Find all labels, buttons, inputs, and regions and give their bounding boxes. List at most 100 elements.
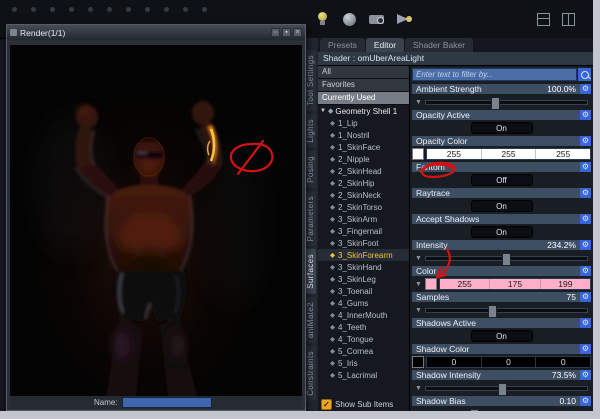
pin-button[interactable]: ▫ [271, 28, 280, 37]
slider-shadow-intensity[interactable] [424, 382, 588, 396]
list-filter-favorites[interactable]: Favorites [318, 79, 409, 92]
side-tab-constraints[interactable]: Constraints [304, 345, 316, 401]
render-name-input[interactable] [121, 397, 212, 408]
slider-samples[interactable] [424, 304, 588, 318]
color-swatch-color[interactable] [424, 278, 437, 290]
surface-browser: All Favorites Currently Used ▼ ◆ Geometry … [318, 66, 410, 411]
slider-handle[interactable] [502, 252, 512, 266]
side-tab-lights[interactable]: Lights [304, 114, 316, 148]
gear-icon[interactable]: ⚙ [580, 162, 591, 172]
surface-item-label: 5_Lacrimal [338, 370, 378, 380]
gear-icon[interactable]: ⚙ [580, 240, 591, 250]
gear-icon[interactable]: ⚙ [580, 110, 591, 120]
slider-handle[interactable] [491, 96, 501, 110]
surface-item-4-innermouth[interactable]: ◆ 4_InnerMouth [318, 309, 409, 321]
surface-item-3-toenail[interactable]: ◆ 3_Toenail [318, 285, 409, 297]
search-icon[interactable] [578, 68, 591, 81]
toggle-shadows-active[interactable]: On [470, 330, 533, 342]
gear-icon[interactable]: ⚙ [580, 318, 591, 328]
surface-item-label: 4_InnerMouth [338, 310, 388, 320]
surface-item-3-skinforearm[interactable]: ◆ 3_SkinForearm [318, 249, 409, 261]
surface-diamond-icon: ◆ [330, 252, 335, 259]
render-window-titlebar[interactable]: Render(1/1) ▫ ▪ × [7, 25, 305, 40]
toggle-opacity-active[interactable]: On [470, 122, 533, 134]
slider-nudge-icon[interactable]: ▼ [415, 385, 422, 392]
surface-item-1-lip[interactable]: ◆ 1_Lip [318, 117, 409, 129]
surface-item-3-fingernail[interactable]: ◆ 3_Fingernail [318, 225, 409, 237]
gear-icon[interactable]: ⚙ [580, 266, 591, 276]
gear-icon[interactable]: ⚙ [580, 370, 591, 380]
gear-icon[interactable]: ⚙ [580, 344, 591, 354]
surface-item-1-skinface[interactable]: ◆ 1_SkinFace [318, 141, 409, 153]
gear-icon[interactable]: ⚙ [580, 396, 591, 406]
slider-handle[interactable] [487, 304, 497, 318]
surface-item-5-cornea[interactable]: ◆ 5_Cornea [318, 345, 409, 357]
tab-editor[interactable]: Editor [365, 38, 405, 52]
slider-nudge-icon[interactable]: ▼ [415, 99, 422, 106]
close-button[interactable]: × [293, 28, 302, 37]
surface-diamond-icon: ◆ [330, 312, 335, 319]
surface-item-2-skinhead[interactable]: ◆ 2_SkinHead [318, 165, 409, 177]
color-channel-value: 255 [556, 149, 571, 159]
color-values-opacity-color[interactable]: 255 255 255 [426, 148, 591, 160]
panel-columns-icon[interactable] [560, 11, 577, 28]
surface-item-2-skinneck[interactable]: ◆ 2_SkinNeck [318, 189, 409, 201]
tab-shader-baker[interactable]: Shader Baker [405, 38, 474, 52]
surface-item-3-skinhand[interactable]: ◆ 3_SkinHand [318, 261, 409, 273]
tree-node-geometry-shell[interactable]: ▼ ◆ Geometry Shell 1 [318, 105, 409, 117]
show-sub-items-toggle[interactable]: ✓ Show Sub Items [318, 397, 409, 411]
color-values-color[interactable]: 255 175 199 [438, 278, 591, 290]
param-label-text: Color [416, 266, 437, 276]
gear-icon[interactable]: ⚙ [580, 84, 591, 94]
panel-grid-icon[interactable] [535, 11, 552, 28]
tab-presets[interactable]: Presets [320, 38, 365, 52]
surface-item-2-nipple[interactable]: ◆ 2_Nipple [318, 153, 409, 165]
surface-item-1-nostril[interactable]: ◆ 1_Nostril [318, 129, 409, 141]
slider-nudge-icon[interactable]: ▼ [415, 255, 422, 262]
color-swatch-shadow-color[interactable] [412, 356, 424, 368]
toggle-raytrace[interactable]: On [470, 200, 533, 212]
color-values-shadow-color[interactable]: 000 [426, 356, 591, 368]
filter-input[interactable] [412, 68, 577, 81]
restore-button[interactable]: ▪ [282, 28, 291, 37]
surface-item-4-tongue[interactable]: ◆ 4_Tongue [318, 333, 409, 345]
side-tab-tool-settings[interactable]: Tool Settings [304, 50, 316, 112]
slider-nudge-icon[interactable]: ▼ [415, 307, 422, 314]
list-filter-all[interactable]: All [318, 66, 409, 79]
gear-icon[interactable]: ⚙ [580, 292, 591, 302]
surface-item-4-teeth[interactable]: ◆ 4_Teeth [318, 321, 409, 333]
gear-icon[interactable]: ⚙ [580, 214, 591, 224]
surface-item-2-skinhip[interactable]: ◆ 2_SkinHip [318, 177, 409, 189]
surface-item-5-lacrimal[interactable]: ◆ 5_Lacrimal [318, 369, 409, 381]
slider-handle[interactable] [470, 408, 480, 411]
side-tab-surfaces[interactable]: Surfaces [304, 249, 316, 294]
surface-item-4-gums[interactable]: ◆ 4_Gums [318, 297, 409, 309]
slider-nudge-icon[interactable]: ▼ [415, 411, 422, 412]
color-channel-value: 0 [427, 357, 482, 367]
toggle-accept-shadows[interactable]: On [470, 226, 533, 238]
surface-item-3-skinfoot[interactable]: ◆ 3_SkinFoot [318, 237, 409, 249]
expander-icon[interactable]: ▼ [320, 108, 326, 114]
slider-ambient-strength[interactable] [424, 96, 588, 110]
surface-item-2-skintorso[interactable]: ◆ 2_SkinTorso [318, 201, 409, 213]
checkbox-checked-icon[interactable]: ✓ [321, 398, 332, 410]
side-tab-posing[interactable]: Posing [304, 150, 316, 188]
surface-item-3-skinleg[interactable]: ◆ 3_SkinLeg [318, 273, 409, 285]
spotlight-icon[interactable] [395, 11, 412, 28]
surface-item-3-skinarm[interactable]: ◆ 3_SkinArm [318, 213, 409, 225]
slider-handle[interactable] [497, 382, 507, 396]
camera-icon[interactable] [368, 11, 385, 28]
side-tab-animate2[interactable]: aniMate2 [304, 296, 316, 343]
gear-icon[interactable]: ⚙ [580, 188, 591, 198]
toggle-fantom[interactable]: Off [470, 174, 533, 186]
list-filter-currently-used[interactable]: Currently Used [318, 92, 409, 105]
side-tab-parameters[interactable]: Parameters [304, 190, 316, 246]
lightbulb-icon[interactable] [314, 11, 331, 28]
toolbar-dot [31, 7, 36, 12]
slider-intensity[interactable] [424, 252, 588, 266]
color-swatch-opacity-color[interactable] [412, 148, 424, 160]
color-expand-icon[interactable]: ▼ [415, 281, 422, 288]
gear-icon[interactable]: ⚙ [580, 136, 591, 146]
sphere-icon[interactable] [341, 11, 358, 28]
surface-item-5-iris[interactable]: ◆ 5_Iris [318, 357, 409, 369]
